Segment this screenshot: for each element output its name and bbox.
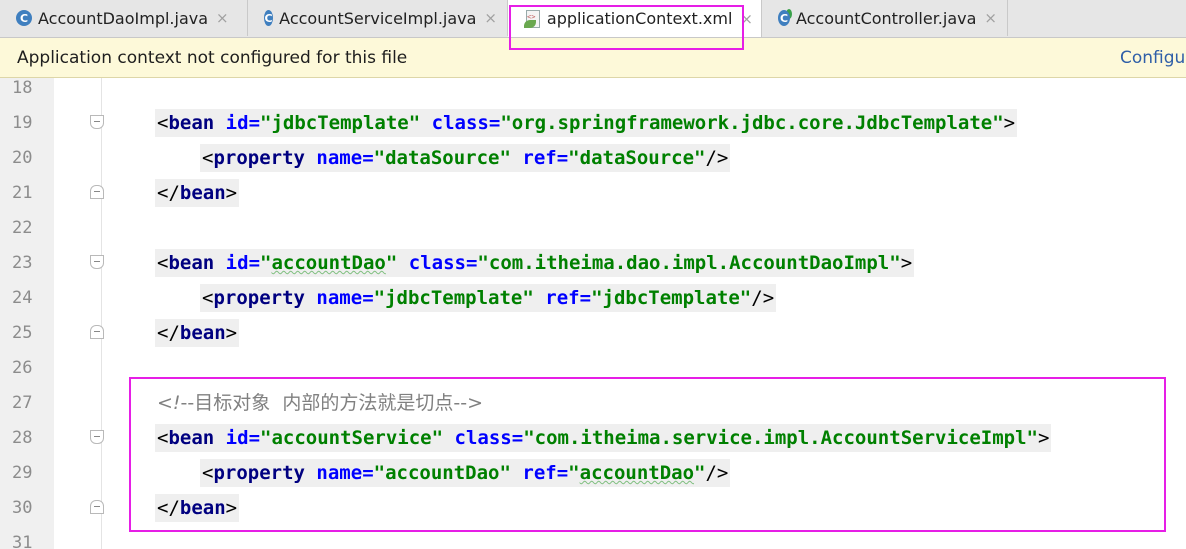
line-number: 22 [12,218,33,238]
fold-icon[interactable] [90,500,104,515]
code-comment: <!--目标对象 内部的方法就是切点--> [157,392,483,414]
tab-application-context-xml[interactable]: <> applicationContext.xml × [508,0,762,37]
line-number: 26 [12,358,33,378]
tab-label: applicationContext.xml [546,9,733,28]
close-icon[interactable]: × [216,9,229,27]
close-icon[interactable]: × [740,10,753,28]
tab-account-controller[interactable]: C AccountController.java × [762,0,1008,36]
close-icon[interactable]: × [484,9,497,27]
line-number: 19 [12,113,33,133]
code-line: 24 <property name="jdbcTemplate" ref="jd… [0,281,1186,316]
code-text: <bean id="accountDao" class="com.itheima… [155,249,915,277]
fold-icon[interactable] [90,115,104,130]
fold-icon[interactable] [90,430,104,445]
editor-tab-bar: C AccountDaoImpl.java × C AccountService… [0,0,1186,38]
tab-account-dao-impl[interactable]: C AccountDaoImpl.java × [0,0,248,36]
spring-xml-icon: <> [524,9,541,28]
code-line: 18 [0,78,1186,106]
line-number: 24 [12,288,33,308]
code-line: 21 </bean> [0,176,1186,211]
fold-icon[interactable] [90,255,104,270]
code-line: 31 [0,526,1186,549]
java-controller-icon: C [778,10,790,26]
close-icon[interactable]: × [984,9,997,27]
line-number: 27 [12,393,33,413]
code-text: <property name="accountDao" ref="account… [200,459,731,487]
line-number: 18 [12,78,33,98]
tab-label: AccountDaoImpl.java [38,8,209,28]
java-class-icon: C [264,10,274,26]
code-text: <property name="jdbcTemplate" ref="jdbcT… [200,284,777,312]
java-class-icon: C [16,10,32,26]
code-line: 29 <property name="accountDao" ref="acco… [0,456,1186,491]
code-line: 28 <bean id="accountService" class="com.… [0,421,1186,456]
code-line: 26 [0,351,1186,386]
code-line: 20 <property name="dataSource" ref="data… [0,141,1186,176]
tab-label: AccountController.java [795,8,977,28]
notification-banner: Application context not configured for t… [0,38,1186,78]
line-number: 23 [12,253,33,273]
fold-icon[interactable] [90,185,104,200]
code-line: 30 </bean> [0,491,1186,526]
code-text: </bean> [155,494,240,522]
code-line: 23 <bean id="accountDao" class="com.ithe… [0,246,1186,281]
line-number: 29 [12,463,33,483]
code-line: 25 </bean> [0,316,1186,351]
line-number: 21 [12,183,33,203]
line-number: 30 [12,498,33,518]
code-text: <bean id="jdbcTemplate" class="org.sprin… [155,109,1018,137]
code-text: <bean id="accountService" class="com.ith… [155,424,1052,452]
tab-account-service-impl[interactable]: C AccountServiceImpl.java × [248,0,508,36]
line-number: 25 [12,323,33,343]
fold-icon[interactable] [90,325,104,340]
line-number: 28 [12,428,33,448]
code-text: </bean> [155,319,240,347]
code-line: 27 <!--目标对象 内部的方法就是切点--> [0,386,1186,421]
code-line: 19 <bean id="jdbcTemplate" class="org.sp… [0,106,1186,141]
line-number: 31 [12,533,33,549]
code-text: <property name="dataSource" ref="dataSou… [200,144,731,172]
configure-link[interactable]: Configu [1120,48,1185,68]
tab-label: AccountServiceImpl.java [279,8,477,28]
code-editor[interactable]: 18 19 <bean id="jdbcTemplate" class="org… [0,78,1186,549]
code-line: 22 [0,211,1186,246]
banner-message: Application context not configured for t… [17,48,408,68]
line-number: 20 [12,148,33,168]
code-text: </bean> [155,179,240,207]
